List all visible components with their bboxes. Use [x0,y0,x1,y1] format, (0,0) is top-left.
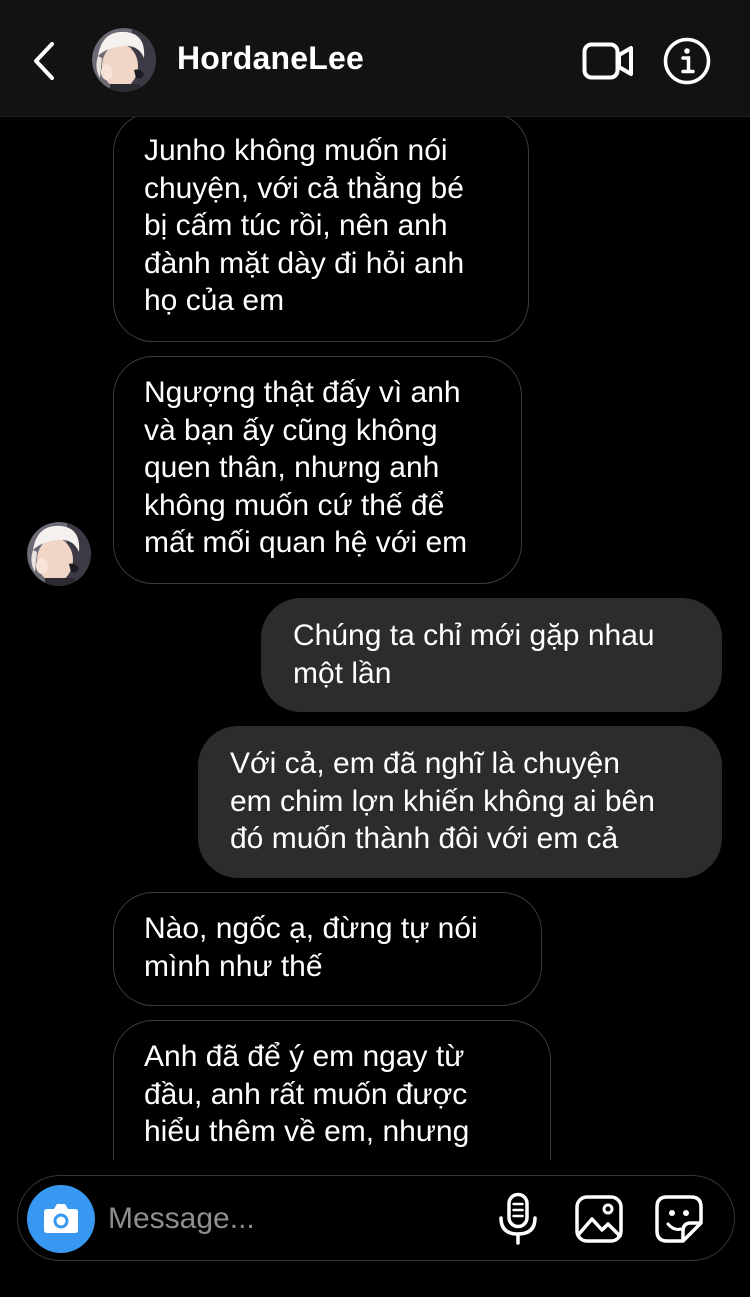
avatar[interactable] [92,28,156,92]
gallery-button[interactable] [574,1194,624,1244]
camera-button[interactable] [27,1185,95,1253]
chat-header: HordaneLee [0,0,750,117]
camera-icon [44,1204,78,1233]
message-composer [17,1175,735,1261]
message-input[interactable] [108,1194,478,1244]
info-button[interactable] [663,37,711,85]
chevron-left-icon [34,42,54,80]
message-bubble-outgoing[interactable]: Chúng ta chỉ mới gặp nhau một lần [261,598,722,712]
message-bubble-outgoing[interactable]: Với cả, em đã nghĩ là chuyện em chim lợn… [198,726,722,878]
video-call-button[interactable] [582,40,634,82]
image-icon [575,1195,623,1243]
voice-message-button[interactable] [496,1192,540,1246]
message-bubble-incoming[interactable]: Junho không muốn nói chuyện, với cả thằn… [113,117,529,342]
info-icon [663,37,711,85]
chat-username[interactable]: HordaneLee [177,40,364,77]
chat-screen: HordaneLee Junho không muốn nói chuyện, … [0,0,750,1297]
sticker-button[interactable] [654,1194,704,1244]
back-button[interactable] [28,38,62,84]
microphone-icon [499,1192,537,1245]
sender-avatar[interactable] [27,522,91,586]
message-bubble-incoming[interactable]: Nào, ngốc ạ, đừng tự nói mình như thế [113,892,542,1006]
profile-photo [27,522,91,586]
profile-photo [92,28,156,92]
message-list[interactable]: Junho không muốn nói chuyện, với cả thằn… [0,117,750,1160]
sticker-icon [655,1195,703,1243]
message-bubble-incoming[interactable]: Anh đã để ý em ngay từ đầu, anh rất muốn… [113,1020,551,1160]
video-camera-icon [582,42,633,80]
message-bubble-incoming[interactable]: Ngượng thật đấy vì anh và bạn ấy cũng kh… [113,356,522,584]
